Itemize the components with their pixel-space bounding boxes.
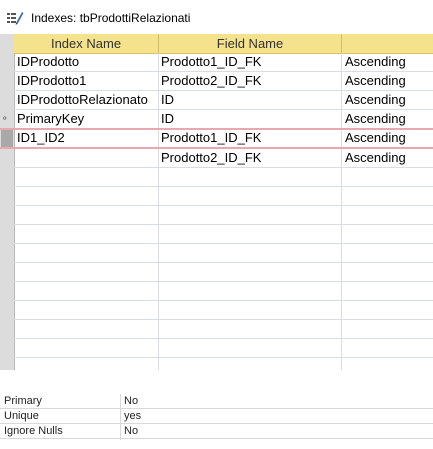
index-name-cell[interactable]: ID1_ID2 bbox=[17, 129, 157, 147]
empty-row[interactable] bbox=[14, 225, 433, 244]
index-name-cell[interactable] bbox=[17, 149, 157, 167]
table-row[interactable]: IDProdotto1 Prodotto2_ID_FK Ascending bbox=[14, 72, 433, 91]
column-header-sort-order[interactable] bbox=[342, 34, 433, 53]
property-label: Primary bbox=[4, 395, 42, 407]
indexes-icon bbox=[6, 10, 24, 26]
empty-row[interactable] bbox=[14, 282, 433, 301]
grid-header: Index Name Field Name bbox=[14, 34, 433, 54]
index-properties: Primary No Unique yes Ignore Nulls No bbox=[0, 394, 433, 440]
property-label: Unique bbox=[4, 410, 39, 422]
column-header-index-name[interactable]: Index Name bbox=[14, 34, 158, 53]
empty-row[interactable] bbox=[14, 263, 433, 282]
primary-key-icon: ⚬ bbox=[1, 113, 9, 123]
property-value[interactable]: No bbox=[124, 424, 138, 438]
property-value[interactable]: No bbox=[124, 394, 138, 408]
empty-row[interactable] bbox=[14, 320, 433, 339]
sort-order-cell[interactable]: Ascending bbox=[345, 129, 431, 147]
sort-order-cell[interactable]: Ascending bbox=[345, 91, 431, 109]
empty-row[interactable] bbox=[14, 187, 433, 206]
empty-row[interactable] bbox=[14, 206, 433, 225]
sort-order-cell[interactable]: Ascending bbox=[345, 53, 431, 71]
table-row[interactable]: Prodotto2_ID_FK Ascending bbox=[14, 149, 433, 168]
property-row-primary[interactable]: Primary No bbox=[0, 394, 433, 409]
table-row[interactable]: IDProdottoRelazionato ID Ascending bbox=[14, 91, 433, 110]
table-row[interactable]: IDProdotto Prodotto1_ID_FK Ascending bbox=[14, 53, 433, 72]
title-bar: Indexes: tbProdottiRelazionati bbox=[0, 0, 433, 34]
index-name-cell[interactable]: PrimaryKey bbox=[17, 110, 157, 128]
column-header-field-name[interactable]: Field Name bbox=[159, 34, 341, 53]
table-row[interactable]: PrimaryKey ID Ascending bbox=[14, 110, 433, 129]
table-row-selected[interactable]: ID1_ID2 Prodotto1_ID_FK Ascending bbox=[14, 129, 433, 148]
empty-row[interactable] bbox=[14, 244, 433, 263]
index-name-cell[interactable]: IDProdotto bbox=[17, 53, 157, 71]
field-name-cell[interactable]: ID bbox=[161, 91, 341, 109]
current-row-marker[interactable] bbox=[1, 130, 13, 148]
empty-row[interactable] bbox=[14, 339, 433, 358]
index-name-cell[interactable]: IDProdotto1 bbox=[17, 72, 157, 90]
empty-row[interactable] bbox=[14, 301, 433, 320]
indexes-grid: Index Name Field Name IDProdotto Prodott… bbox=[0, 34, 433, 370]
sort-order-cell[interactable]: Ascending bbox=[345, 72, 431, 90]
property-row-unique[interactable]: Unique yes bbox=[0, 409, 433, 424]
field-name-cell[interactable]: ID bbox=[161, 110, 341, 128]
row-selector-column[interactable] bbox=[0, 34, 15, 370]
index-name-cell[interactable]: IDProdottoRelazionato bbox=[17, 91, 157, 109]
field-name-cell[interactable]: Prodotto1_ID_FK bbox=[161, 129, 341, 147]
property-divider bbox=[120, 394, 121, 440]
field-name-cell[interactable]: Prodotto2_ID_FK bbox=[161, 72, 341, 90]
property-label: Ignore Nulls bbox=[4, 425, 63, 437]
window-title: Indexes: tbProdottiRelazionati bbox=[31, 11, 191, 25]
property-row-ignore-nulls[interactable]: Ignore Nulls No bbox=[0, 424, 433, 439]
sort-order-cell[interactable]: Ascending bbox=[345, 149, 431, 167]
sort-order-cell[interactable]: Ascending bbox=[345, 110, 431, 128]
field-name-cell[interactable]: Prodotto1_ID_FK bbox=[161, 53, 341, 71]
property-value[interactable]: yes bbox=[124, 409, 141, 423]
field-name-cell[interactable]: Prodotto2_ID_FK bbox=[161, 149, 341, 167]
empty-row[interactable] bbox=[14, 168, 433, 187]
